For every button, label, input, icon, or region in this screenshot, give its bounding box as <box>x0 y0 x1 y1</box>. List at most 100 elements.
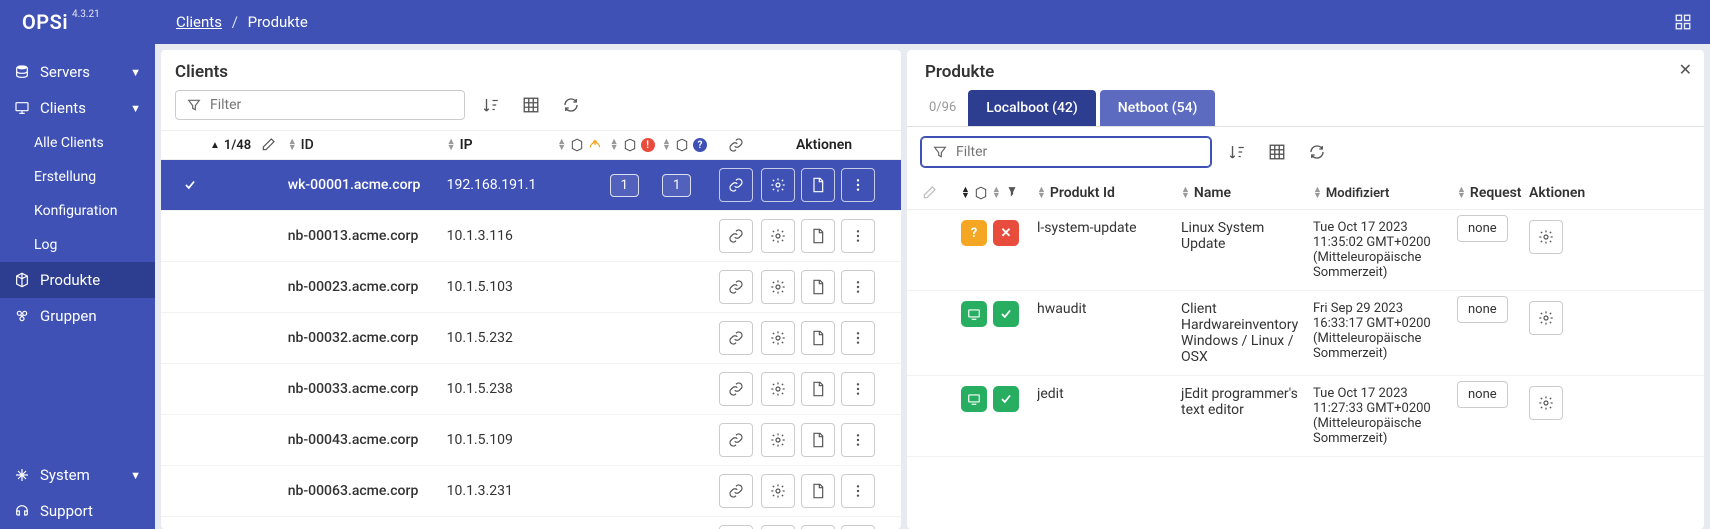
link-button[interactable] <box>719 372 753 406</box>
products-title: Produkte <box>907 50 1704 90</box>
more-button[interactable] <box>841 372 875 406</box>
products-filter-box[interactable] <box>921 137 1211 167</box>
document-button[interactable] <box>801 321 835 355</box>
gear-button[interactable] <box>1529 301 1563 335</box>
table-row[interactable]: hwaudit Client Hardwareinventory Windows… <box>907 291 1704 376</box>
more-button[interactable] <box>841 423 875 457</box>
sidebar-alle-clients[interactable]: Alle Clients <box>0 126 155 160</box>
gear-button[interactable] <box>1529 220 1563 254</box>
table-row[interactable]: nb-00023.acme.corp 10.1.5.103 <box>161 262 901 313</box>
tab-netboot[interactable]: Netboot (54) <box>1100 90 1216 126</box>
sidebar-servers-label: Servers <box>40 63 90 81</box>
request-value[interactable]: none <box>1457 296 1508 323</box>
gear-button[interactable] <box>761 423 795 457</box>
gear-button[interactable] <box>761 219 795 253</box>
document-button[interactable] <box>801 423 835 457</box>
gear-button[interactable] <box>761 270 795 304</box>
document-button[interactable] <box>801 219 835 253</box>
col-status-2[interactable]: ▲▼! <box>610 138 658 152</box>
products-filter-input[interactable] <box>956 144 1200 160</box>
client-ip: 10.1.5.232 <box>447 330 554 346</box>
more-button[interactable] <box>841 321 875 355</box>
document-button[interactable] <box>801 168 835 202</box>
col-status-3[interactable]: ▲▼? <box>662 138 710 152</box>
link-button[interactable] <box>719 474 753 508</box>
product-modified: Tue Oct 17 2023 11:35:02 GMT+0200 (Mitte… <box>1313 220 1453 280</box>
sidebar-produkte[interactable]: Produkte <box>0 262 155 298</box>
warn-badge: ? <box>961 220 987 246</box>
columns-icon[interactable] <box>517 91 545 119</box>
sort-icon[interactable] <box>1223 138 1251 166</box>
request-value[interactable]: none <box>1457 215 1508 242</box>
more-button[interactable] <box>841 168 875 202</box>
breadcrumb-root[interactable]: Clients <box>176 13 222 31</box>
table-row[interactable]: nb-00063.acme.corp 10.1.3.231 <box>161 466 901 517</box>
sidebar-servers[interactable]: Servers ▼ <box>0 54 155 90</box>
document-button[interactable] <box>801 474 835 508</box>
col-name[interactable]: ▲▼Name <box>1181 185 1309 201</box>
sidebar-clients[interactable]: Clients ▼ <box>0 90 155 126</box>
sidebar-support-label: Support <box>40 502 93 520</box>
close-icon[interactable]: ✕ <box>1679 60 1692 79</box>
gear-button[interactable] <box>761 321 795 355</box>
link-button[interactable] <box>719 321 753 355</box>
document-button[interactable] <box>801 270 835 304</box>
table-row[interactable]: ?✕ l-system-update Linux System Update T… <box>907 210 1704 291</box>
gear-button[interactable] <box>1529 386 1563 420</box>
document-button[interactable] <box>801 525 835 529</box>
link-button[interactable] <box>719 525 753 529</box>
tab-localboot[interactable]: Localboot (42) <box>968 90 1095 126</box>
refresh-icon[interactable] <box>557 91 585 119</box>
client-id: nb-00033.acme.corp <box>288 381 443 397</box>
client-ip: 10.1.5.109 <box>447 432 554 448</box>
document-button[interactable] <box>801 372 835 406</box>
gear-button[interactable] <box>761 372 795 406</box>
client-id: nb-00013.acme.corp <box>288 228 443 244</box>
edit-icon[interactable] <box>260 137 276 153</box>
gear-button[interactable] <box>761 168 795 202</box>
col-aktionen-2: Aktionen <box>1529 185 1575 201</box>
request-value[interactable]: none <box>1457 381 1508 408</box>
col-id[interactable]: ▲▼ID <box>288 137 443 153</box>
link-button[interactable] <box>719 219 753 253</box>
more-button[interactable] <box>841 270 875 304</box>
more-button[interactable] <box>841 474 875 508</box>
more-button[interactable] <box>841 525 875 529</box>
gear-button[interactable] <box>761 474 795 508</box>
sidebar-log[interactable]: Log <box>0 228 155 262</box>
columns-icon[interactable] <box>1263 138 1291 166</box>
client-id: nb-00032.acme.corp <box>288 330 443 346</box>
table-row[interactable]: nb-00013.acme.corp 10.1.3.116 <box>161 211 901 262</box>
table-row[interactable]: nb-00043.acme.corp 10.1.5.109 <box>161 415 901 466</box>
sidebar-erstellung[interactable]: Erstellung <box>0 160 155 194</box>
sort-icon[interactable] <box>477 91 505 119</box>
client-ip: 10.1.5.103 <box>447 279 554 295</box>
sidebar-support[interactable]: Support <box>0 493 155 529</box>
chevron-down-icon: ▼ <box>130 102 141 115</box>
link-button[interactable] <box>719 168 753 202</box>
refresh-icon[interactable] <box>1303 138 1331 166</box>
clients-filter-input[interactable] <box>210 97 454 113</box>
table-row[interactable]: nb-00032.acme.corp 10.1.5.232 <box>161 313 901 364</box>
sidebar-gruppen[interactable]: Gruppen <box>0 298 155 334</box>
col-ip[interactable]: ▲▼IP <box>447 137 554 153</box>
gear-button[interactable] <box>761 525 795 529</box>
col-modifiziert[interactable]: ▲▼Modifiziert <box>1313 186 1453 201</box>
link-button[interactable] <box>719 270 753 304</box>
table-row[interactable]: nb-00067.acme.corp 10.1.5.106 <box>161 517 901 529</box>
sidebar: Servers ▼ Clients ▼ Alle Clients Erstell… <box>0 44 155 529</box>
client-id: nb-00023.acme.corp <box>288 279 443 295</box>
more-button[interactable] <box>841 219 875 253</box>
col-produkt-id[interactable]: ▲▼Produkt Id <box>1037 185 1177 201</box>
sidebar-konfiguration[interactable]: Konfiguration <box>0 194 155 228</box>
table-row[interactable]: jedit jEdit programmer's text editor Tue… <box>907 376 1704 457</box>
col-status[interactable]: ▲▼ ▲▼ <box>961 186 1033 200</box>
sidebar-system[interactable]: System ▼ <box>0 457 155 493</box>
table-row[interactable]: wk-00001.acme.corp 192.168.191.1 1 1 <box>161 160 901 211</box>
link-button[interactable] <box>719 423 753 457</box>
table-row[interactable]: nb-00033.acme.corp 10.1.5.238 <box>161 364 901 415</box>
col-request[interactable]: ▲▼Request <box>1457 185 1525 201</box>
clients-filter-box[interactable] <box>175 90 465 120</box>
col-status-1[interactable]: ▲▼ <box>557 138 605 152</box>
apps-grid-icon[interactable] <box>1672 11 1694 33</box>
